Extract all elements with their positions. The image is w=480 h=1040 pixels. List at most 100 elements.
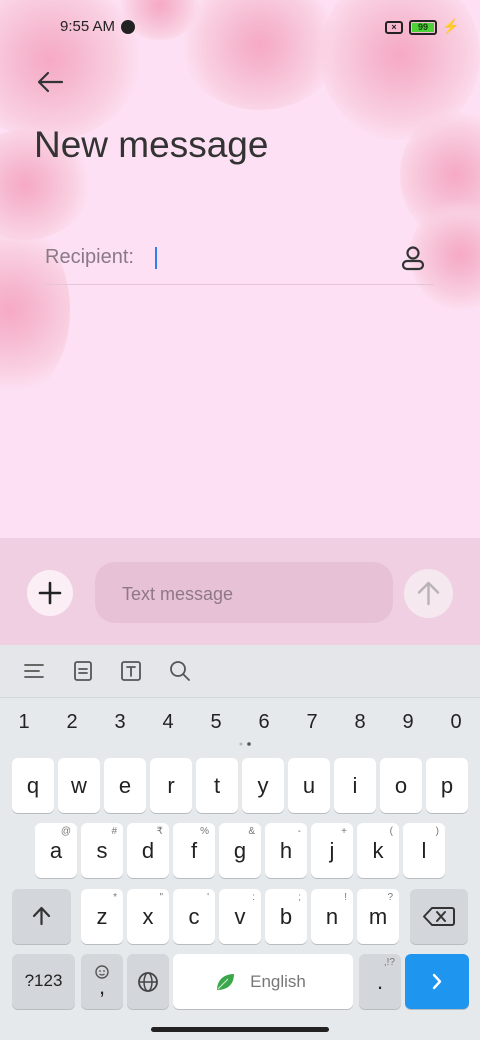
recipient-divider bbox=[44, 284, 434, 285]
key-label: p bbox=[440, 773, 454, 798]
key-c[interactable]: ' c bbox=[173, 889, 215, 944]
menu-icon[interactable] bbox=[22, 659, 46, 683]
space-key[interactable]: English bbox=[173, 954, 353, 1009]
key-hint: ? bbox=[387, 892, 393, 903]
key-hint: ( bbox=[389, 826, 393, 837]
back-arrow-icon[interactable] bbox=[34, 66, 66, 98]
key-i[interactable]: i bbox=[334, 758, 376, 813]
key-hint: * bbox=[113, 892, 117, 903]
key-z[interactable]: * z bbox=[81, 889, 123, 944]
key-label: q bbox=[26, 773, 40, 798]
key-u[interactable]: u bbox=[288, 758, 330, 813]
key-w[interactable]: w bbox=[58, 758, 100, 813]
no-sim-icon: × bbox=[385, 21, 403, 34]
key-r[interactable]: r bbox=[150, 758, 192, 813]
key-hint: @ bbox=[60, 826, 71, 837]
comma-key-label: , bbox=[98, 974, 106, 999]
key-hint: " bbox=[159, 892, 163, 903]
arrow-up-icon bbox=[417, 581, 440, 606]
key-s[interactable]: # s bbox=[81, 823, 123, 878]
recipient-input[interactable] bbox=[155, 247, 157, 269]
key-a[interactable]: @ a bbox=[35, 823, 77, 878]
key-hint: % bbox=[200, 826, 209, 837]
key-label: f bbox=[190, 838, 198, 863]
key-label: z bbox=[96, 904, 108, 929]
globe-icon bbox=[138, 972, 158, 992]
backspace-icon bbox=[423, 907, 455, 926]
clipboard-icon[interactable] bbox=[71, 659, 95, 683]
key-t[interactable]: t bbox=[196, 758, 238, 813]
key-m[interactable]: ? m bbox=[357, 889, 399, 944]
key-d[interactable]: ₹ d bbox=[127, 823, 169, 878]
number-key[interactable]: 7 bbox=[292, 711, 332, 734]
key-label: h bbox=[279, 838, 293, 863]
text-style-icon[interactable] bbox=[119, 659, 143, 683]
key-p[interactable]: p bbox=[426, 758, 468, 813]
key-hint: # bbox=[111, 826, 117, 837]
comma-key[interactable]: , bbox=[81, 954, 123, 1009]
period-key-label: . bbox=[376, 969, 384, 994]
key-label: d bbox=[141, 838, 155, 863]
key-label: k bbox=[372, 838, 384, 863]
status-time: 9:55 AM bbox=[60, 18, 116, 35]
key-l[interactable]: ) l bbox=[403, 823, 445, 878]
key-label: v bbox=[234, 904, 246, 929]
battery-icon: 99 bbox=[409, 20, 437, 35]
key-label: n bbox=[325, 904, 339, 929]
key-v[interactable]: :v bbox=[219, 889, 261, 944]
home-indicator[interactable] bbox=[151, 1027, 329, 1032]
shift-icon bbox=[32, 906, 51, 926]
period-key[interactable]: ,!? . bbox=[359, 954, 401, 1009]
key-label: r bbox=[167, 773, 175, 798]
symbols-key[interactable]: ?123 bbox=[12, 954, 75, 1009]
key-label: i bbox=[352, 773, 358, 798]
key-k[interactable]: (k bbox=[357, 823, 399, 878]
key-hint: & bbox=[248, 826, 255, 837]
number-key[interactable]: 9 bbox=[388, 711, 428, 734]
status-bar: 9:55 AM × 99 ⚡ bbox=[0, 0, 480, 56]
key-x[interactable]: " x bbox=[127, 889, 169, 944]
key-j[interactable]: + j bbox=[311, 823, 353, 878]
key-hint: ) bbox=[435, 826, 439, 837]
symbols-key-label: ?123 bbox=[24, 971, 63, 990]
backspace-key[interactable] bbox=[410, 889, 468, 944]
charging-icon: ⚡ bbox=[442, 18, 460, 34]
language-key[interactable] bbox=[127, 954, 169, 1009]
add-attachment-button[interactable] bbox=[27, 570, 73, 616]
key-e[interactable]: e bbox=[104, 758, 146, 813]
plus-icon bbox=[38, 581, 62, 605]
battery-level: 99 bbox=[412, 23, 434, 32]
key-label: t bbox=[213, 773, 221, 798]
shift-key[interactable] bbox=[12, 889, 71, 944]
contact-icon[interactable] bbox=[399, 244, 427, 272]
key-h[interactable]: -h bbox=[265, 823, 307, 878]
key-f[interactable]: % f bbox=[173, 823, 215, 878]
number-key[interactable]: 1 bbox=[4, 711, 44, 734]
key-o[interactable]: o bbox=[380, 758, 422, 813]
key-g[interactable]: & g bbox=[219, 823, 261, 878]
send-button[interactable] bbox=[404, 569, 453, 618]
key-label: s bbox=[96, 838, 108, 863]
key-label: y bbox=[257, 773, 269, 798]
key-n[interactable]: ! n bbox=[311, 889, 353, 944]
page-title: New message bbox=[34, 124, 269, 165]
key-label: w bbox=[71, 773, 87, 798]
go-key[interactable] bbox=[405, 954, 469, 1009]
number-key[interactable]: 2 bbox=[52, 711, 92, 734]
chevron-right-icon bbox=[432, 973, 442, 990]
key-b[interactable]: ; b bbox=[265, 889, 307, 944]
number-key[interactable]: 0 bbox=[436, 711, 476, 734]
key-y[interactable]: y bbox=[242, 758, 284, 813]
key-hint: - bbox=[297, 826, 301, 837]
key-label: j bbox=[329, 838, 335, 863]
search-icon[interactable] bbox=[168, 659, 192, 683]
space-key-label: English bbox=[250, 972, 306, 991]
number-key[interactable]: 3 bbox=[100, 711, 140, 734]
key-label: m bbox=[368, 904, 388, 929]
number-key[interactable]: 4 bbox=[148, 711, 188, 734]
period-key-hint: ,!? bbox=[383, 957, 395, 968]
number-key[interactable]: 8 bbox=[340, 711, 380, 734]
key-q[interactable]: q bbox=[12, 758, 54, 813]
number-key[interactable]: 6 bbox=[244, 711, 284, 734]
number-key[interactable]: 5 bbox=[196, 711, 236, 734]
